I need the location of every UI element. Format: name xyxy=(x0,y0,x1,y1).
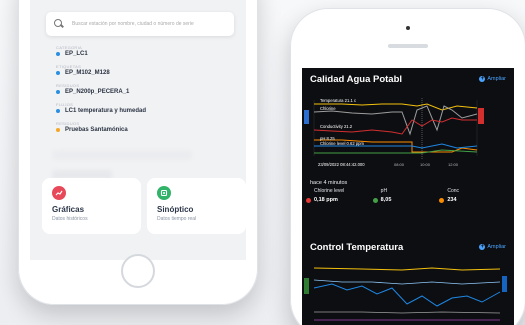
section-header: Calidad Agua Potabl + Ampliar xyxy=(302,68,514,90)
station-item[interactable]: RESIDUOS EP_N200p_PECERA_1 xyxy=(56,83,236,96)
station-item[interactable]: CATEGORIA EP_LC1 xyxy=(56,45,236,58)
station-item[interactable]: RESIDUOS Pruebas Santamónica xyxy=(56,121,236,134)
metric-value: 0,18 ppm xyxy=(314,197,338,203)
water-quality-chart[interactable]: Temperatura 21.1 c Chlorine Conductivity… xyxy=(302,90,514,176)
level-label: Chlorine level 0.62 ppm xyxy=(320,141,365,146)
metric-label: Conc xyxy=(447,188,460,194)
ampliar-label: Ampliar xyxy=(487,76,506,82)
section-title: Calidad Agua Potabl xyxy=(310,73,403,85)
speaker-grille xyxy=(388,44,428,48)
search-placeholder: Buscar estación por nombre, ciudad o núm… xyxy=(72,21,194,27)
status-dot xyxy=(56,71,60,75)
right-axis-tag xyxy=(478,108,484,124)
xtick-2: 12:00 xyxy=(448,162,459,167)
station-item[interactable]: ETIQUETAS EP_M102_M128 xyxy=(56,64,236,77)
status-dot xyxy=(56,128,60,132)
chlorine-label: Chlorine xyxy=(320,106,336,111)
metric-value: 234 xyxy=(447,197,457,203)
card-subtitle: Datos tiempo real xyxy=(157,216,197,222)
card-title: Gráficas xyxy=(52,205,85,214)
left-axis-tag xyxy=(304,110,309,124)
metric-label: Chlorine level xyxy=(314,188,345,194)
temperature-svg xyxy=(302,258,514,325)
ampliar-label: Ampliar xyxy=(487,244,506,250)
conductivity-label: Conductivity 21.2 xyxy=(320,124,353,129)
blur-bar xyxy=(52,150,192,160)
metric-value: 8,05 xyxy=(380,197,392,203)
xtick-0: 08:00 xyxy=(394,162,405,167)
ampliar-button[interactable]: + Ampliar xyxy=(479,244,506,250)
right-phone-screen: Calidad Agua Potabl + Ampliar Temperatur… xyxy=(302,68,514,325)
timestamp-label: 23/09/2022 08:44:42.000 xyxy=(318,162,365,167)
updated-time: hace 4 minutos xyxy=(310,180,348,186)
station-name: EP_N200p_PECERA_1 xyxy=(65,89,130,95)
status-dot xyxy=(56,90,60,94)
station-item[interactable]: FLUJOS LC1 temperatura y humedad xyxy=(56,102,236,115)
camera xyxy=(406,26,410,30)
plus-icon: + xyxy=(479,244,486,250)
metric-dot xyxy=(439,198,445,203)
card-subtitle: Datos históricos xyxy=(52,216,88,222)
ampliar-button[interactable]: + Ampliar xyxy=(479,76,506,82)
chart-icon xyxy=(52,186,66,200)
section-header: Control Temperatura + Ampliar xyxy=(302,236,514,258)
search-field[interactable]: Buscar estación por nombre, ciudad o núm… xyxy=(46,12,234,36)
action-cards: Gráficas Datos históricos Sinóptico Dato… xyxy=(42,178,246,234)
status-dot xyxy=(56,52,60,56)
metric-dot xyxy=(306,198,311,203)
home-button[interactable] xyxy=(121,254,155,288)
plus-icon: + xyxy=(479,76,486,82)
app-showcase: Buscar estación por nombre, ciudad o núm… xyxy=(0,0,525,325)
station-name: EP_LC1 xyxy=(65,51,88,57)
metric-conc: Conc 234 xyxy=(439,188,508,218)
metric-chlorine-level: Chlorine level 0,18 ppm xyxy=(306,188,375,218)
metric-dot xyxy=(372,198,378,203)
station-name: EP_M102_M128 xyxy=(65,70,110,76)
metric-label: pH xyxy=(380,188,388,194)
right-phone: Calidad Agua Potabl + Ampliar Temperatur… xyxy=(290,8,525,325)
left-phone: Buscar estación por nombre, ciudad o núm… xyxy=(18,0,258,305)
water-quality-svg: Temperatura 21.1 c Chlorine Conductivity… xyxy=(302,90,514,176)
status-dot xyxy=(56,109,60,113)
section-divider xyxy=(302,218,514,236)
sinoptico-card[interactable]: Sinóptico Datos tiempo real xyxy=(147,178,246,234)
station-name: Pruebas Santamónica xyxy=(65,127,128,133)
temp-label: Temperatura 21.1 c xyxy=(320,98,356,103)
metric-ph: pH 8,05 xyxy=(372,188,442,218)
section-title: Control Temperatura xyxy=(310,241,404,253)
station-name: LC1 temperatura y humedad xyxy=(65,108,147,114)
left-phone-screen: Buscar estación por nombre, ciudad o núm… xyxy=(30,0,246,260)
search-icon xyxy=(54,19,64,29)
left-axis-tag xyxy=(304,278,309,294)
xtick-1: 10:00 xyxy=(420,162,431,167)
temperature-chart[interactable] xyxy=(302,258,514,325)
card-title: Sinóptico xyxy=(157,205,194,214)
right-axis-tag xyxy=(502,276,507,292)
gauge-icon xyxy=(157,186,171,200)
graficas-card[interactable]: Gráficas Datos históricos xyxy=(42,178,141,234)
metrics-row: Chlorine level 0,18 ppm pH 8,05 Conc 234 xyxy=(302,188,514,218)
station-list: CATEGORIA EP_LC1 ETIQUETAS EP_M102_M128 … xyxy=(56,45,236,140)
